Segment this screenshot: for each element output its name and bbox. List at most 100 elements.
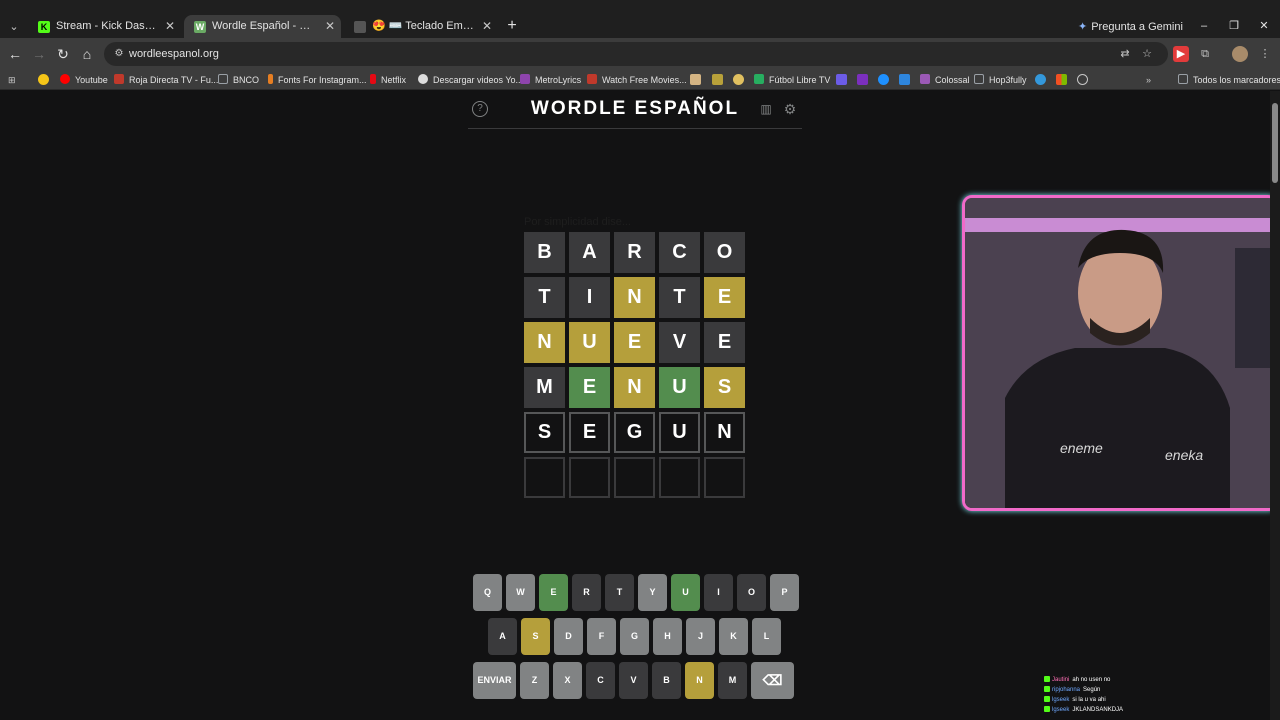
bookmark-futbol-libre[interactable]: Fútbol Libre TV [754, 72, 830, 88]
globe-icon[interactable] [1077, 74, 1088, 85]
keyboard-key[interactable]: J [686, 618, 715, 655]
bookmark-icon-7[interactable] [1035, 74, 1046, 85]
webcam-image: eneme eneka [965, 198, 1275, 508]
bookmark-icon-1[interactable] [690, 74, 701, 85]
keyboard-key[interactable]: Q [473, 574, 502, 611]
bookmark-roja-directa[interactable]: Roja Directa TV - Fu... [114, 72, 218, 88]
board-tile: E [569, 367, 610, 408]
ask-gemini-button[interactable]: ✦ Pregunta a Gemini [1078, 17, 1183, 37]
all-bookmarks-folder[interactable]: Todos los marcadores [1178, 72, 1280, 88]
keyboard-key[interactable]: O [737, 574, 766, 611]
bookmark-star-icon[interactable]: ☆ [1140, 47, 1154, 61]
board-tile: U [659, 412, 700, 453]
bookmark-icon-6[interactable] [899, 74, 910, 85]
back-icon[interactable]: ← [6, 45, 24, 63]
profile-avatar[interactable] [1232, 46, 1248, 62]
tab-kick-dashboard[interactable]: K Stream - Kick Dashboard ✕ [28, 15, 181, 38]
bookmark-watch-free-movies[interactable]: Watch Free Movies... [587, 72, 687, 88]
forward-icon[interactable]: → [30, 45, 48, 63]
keyboard-key[interactable]: S [521, 618, 550, 655]
keyboard-key[interactable]: H [653, 618, 682, 655]
svg-text:eneka: eneka [1165, 447, 1203, 463]
keyboard-key[interactable]: L [752, 618, 781, 655]
extensions-puzzle-icon[interactable]: ⧉ [1197, 46, 1213, 62]
reload-icon[interactable]: ↻ [54, 45, 72, 63]
bookmark-icon-2[interactable] [712, 74, 723, 85]
yahoo-icon[interactable] [857, 74, 868, 85]
more-menu-icon[interactable]: ⋮ [1257, 46, 1273, 62]
address-bar[interactable]: ⚙ wordleespanol.org ⇄ ☆ [104, 42, 1168, 66]
keyboard-key[interactable]: V [619, 662, 648, 699]
close-window-icon[interactable]: ✕ [1256, 17, 1272, 35]
bookmark-fonts-instagram[interactable]: Fonts For Instagram... [268, 72, 367, 88]
chat-text: si la u va ahi [1072, 697, 1106, 703]
board-tile: A [569, 232, 610, 273]
bookmark-colossal[interactable]: Colossal [920, 72, 970, 88]
keyboard-key[interactable]: Z [520, 662, 549, 699]
keyboard-key[interactable]: N [685, 662, 714, 699]
close-icon[interactable]: ✕ [325, 15, 335, 38]
keyboard-key[interactable]: F [587, 618, 616, 655]
bookmark-icon-5[interactable] [878, 74, 889, 85]
keyboard-key[interactable]: M [718, 662, 747, 699]
microsoft-icon[interactable] [1056, 74, 1067, 85]
bookmark-label: Roja Directa TV - Fu... [129, 75, 219, 85]
chat-message: ripjohanna Según [1044, 685, 1244, 695]
tab-wordle-espanol[interactable]: W Wordle Español - Wordle ilimitado ✕ [184, 15, 341, 38]
keyboard-key[interactable]: U [671, 574, 700, 611]
apps-grid-icon[interactable]: ⊞ [8, 72, 16, 88]
emoji-bookmark-icon[interactable] [38, 74, 49, 85]
minimize-icon[interactable]: – [1196, 17, 1212, 35]
keyboard-key[interactable]: W [506, 574, 535, 611]
chat-text: ah no usen no [1072, 677, 1111, 683]
bookmark-metrolyrics[interactable]: MetroLyrics [520, 72, 581, 88]
keyboard-key[interactable]: D [554, 618, 583, 655]
tab-search-icon[interactable]: ⌄ [4, 17, 24, 37]
more-bookmarks-icon[interactable]: » [1146, 72, 1151, 88]
keyboard-key[interactable]: K [719, 618, 748, 655]
scrollbar-thumb[interactable] [1272, 103, 1278, 183]
keyboard-key[interactable]: P [770, 574, 799, 611]
home-icon[interactable]: ⌂ [78, 45, 96, 63]
close-icon[interactable]: ✕ [482, 15, 492, 38]
folder-icon [218, 74, 228, 84]
keyboard-key[interactable]: G [620, 618, 649, 655]
settings-gear-icon[interactable]: ⚙ [782, 101, 798, 117]
close-icon[interactable]: ✕ [165, 15, 175, 38]
keyboard-key[interactable]: E [539, 574, 568, 611]
translate-icon[interactable]: ⇄ [1118, 47, 1132, 61]
folder-icon [974, 74, 984, 84]
chat-message: lgseek si la u va ahi [1044, 695, 1244, 705]
bookmark-label: Descargar videos Yo... [433, 75, 524, 85]
ask-gemini-label: Pregunta a Gemini [1091, 21, 1183, 33]
keyboard-key[interactable]: R [572, 574, 601, 611]
bookmark-icon-4[interactable] [836, 74, 847, 85]
keyboard-key[interactable]: T [605, 574, 634, 611]
stats-icon[interactable]: ▥ [758, 101, 774, 117]
new-tab-button[interactable]: + [503, 17, 521, 35]
bookmark-youtube[interactable]: Youtube [60, 72, 108, 88]
enter-key[interactable]: ENVIAR [473, 662, 516, 699]
keyboard-key[interactable]: A [488, 618, 517, 655]
tab-teclado-emoji[interactable]: 😍 ⌨️ Teclado Emoji 👍 🔥 395 ✕ [344, 15, 498, 38]
keyboard-key[interactable]: Y [638, 574, 667, 611]
restore-icon[interactable]: ❐ [1226, 17, 1242, 35]
keyboard-key[interactable]: C [586, 662, 615, 699]
bookmark-bnco[interactable]: BNCO [218, 72, 259, 88]
futbol-libre-icon [754, 74, 764, 84]
bookmark-descargar-videos[interactable]: Descargar videos Yo... [418, 72, 523, 88]
keyboard-key[interactable]: B [652, 662, 681, 699]
board-tile [659, 457, 700, 498]
bookmark-netflix[interactable]: Netflix [370, 72, 406, 88]
page-scrollbar[interactable] [1270, 91, 1280, 720]
bookmark-hop3fully[interactable]: Hop3fully [974, 72, 1027, 88]
bookmark-label: Youtube [75, 75, 108, 85]
svg-text:eneme: eneme [1060, 440, 1103, 456]
game-title: WORDLE ESPAÑOL [530, 98, 740, 119]
backspace-key[interactable]: ⌫ [751, 662, 794, 699]
extension-icon[interactable]: ▶ [1173, 46, 1189, 62]
site-settings-icon[interactable]: ⚙ [112, 47, 126, 61]
keyboard-key[interactable]: I [704, 574, 733, 611]
bookmark-icon-3[interactable] [733, 74, 744, 85]
keyboard-key[interactable]: X [553, 662, 582, 699]
